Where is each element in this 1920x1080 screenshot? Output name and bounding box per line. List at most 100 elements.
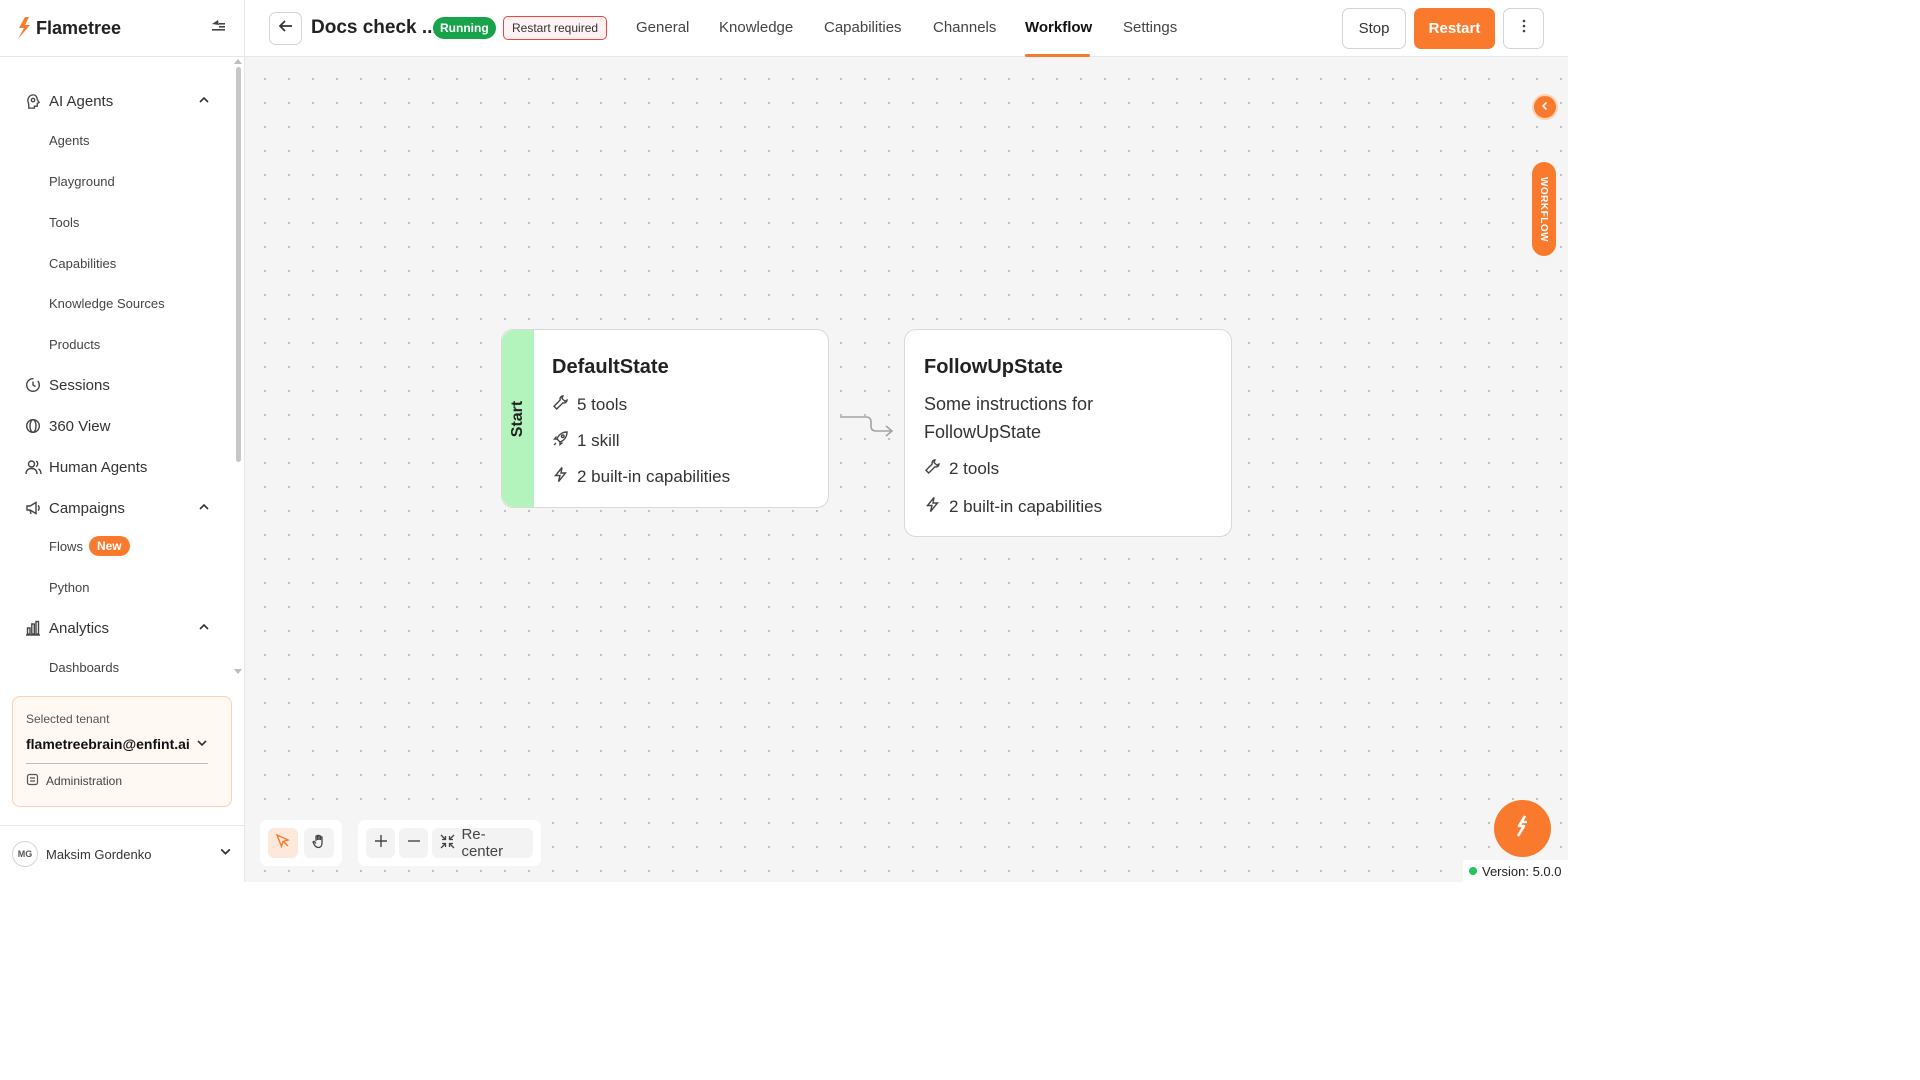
workflow-edge-connector: [840, 416, 894, 437]
node-tools-count: 5 tools: [577, 395, 628, 414]
status-dot-icon: [1469, 867, 1477, 875]
workflow-node-followup-state[interactable]: FollowUpState Some instructions for Foll…: [904, 329, 1232, 537]
start-label: Start: [509, 400, 527, 437]
hand-icon: [311, 833, 327, 854]
minus-icon: [407, 834, 421, 853]
sidebar-item-label: 360 View: [49, 417, 111, 435]
sidebar-item-label: AI Agents: [49, 92, 114, 110]
zoom-in-button[interactable]: [366, 828, 396, 858]
status-badge: Running: [433, 17, 496, 39]
pan-tool-button[interactable]: [304, 828, 334, 858]
tab-workflow[interactable]: Workflow: [1025, 19, 1092, 36]
user-menu[interactable]: MG Maksim Gordenko: [0, 825, 244, 882]
sidebar-nav: AI Agents Agents Playground Tools Capabi…: [0, 57, 244, 680]
brand-name: Flametree: [36, 17, 122, 38]
start-marker: Start: [502, 330, 534, 507]
node-title: FollowUpState: [924, 356, 1063, 378]
version-indicator: Version: 5.0.0: [1463, 860, 1568, 882]
node-tools-count: 2 tools: [949, 459, 1000, 478]
sidebar-item-sessions[interactable]: Sessions: [24, 371, 214, 399]
zoom-out-button[interactable]: [399, 828, 429, 858]
sidebar-item-analytics[interactable]: Analytics: [24, 614, 214, 642]
chevron-down-icon: [196, 736, 208, 752]
sidebar-item-360-view[interactable]: 360 View: [24, 412, 214, 440]
page-title: Docs check ...: [311, 17, 438, 38]
brand-logo[interactable]: Flametree: [16, 16, 121, 40]
view-360-icon: [24, 417, 42, 435]
sidebar-item-products[interactable]: Products: [49, 332, 100, 356]
chevron-down-icon[interactable]: [219, 845, 232, 863]
node-skills-count: 1 skill: [577, 431, 620, 450]
assistant-chat-button[interactable]: [1494, 800, 1551, 857]
collapse-panel-button[interactable]: [1532, 94, 1558, 120]
node-description: Some instructions for FollowUpState: [924, 394, 1094, 442]
workflow-node-default-state[interactable]: Start DefaultState 5 tools 1 skill 2 bui…: [501, 329, 829, 508]
tab-knowledge[interactable]: Knowledge: [719, 19, 793, 36]
workflow-side-tab[interactable]: WORKFLOW: [1532, 162, 1556, 256]
lightning-icon: [552, 466, 569, 488]
wrench-icon: [924, 458, 941, 480]
recenter-label: Re-center: [461, 826, 504, 860]
stop-button[interactable]: Stop: [1342, 8, 1406, 49]
tab-capabilities[interactable]: Capabilities: [824, 19, 902, 36]
sidebar-item-human-agents[interactable]: Human Agents: [24, 453, 214, 481]
user-name: Maksim Gordenko: [46, 846, 152, 862]
history-icon: [24, 376, 42, 394]
sidebar-item-knowledge-sources[interactable]: Knowledge Sources: [49, 291, 165, 315]
node-tools-row: 2 tools: [924, 458, 999, 480]
plus-icon: [374, 834, 388, 853]
chevron-up-icon[interactable]: [198, 620, 210, 637]
tab-settings[interactable]: Settings: [1123, 19, 1177, 36]
chevron-up-icon[interactable]: [198, 93, 210, 110]
more-options-button[interactable]: [1503, 8, 1544, 49]
node-tools-row: 5 tools: [552, 394, 627, 416]
node-capabilities-count: 2 built-in capabilities: [949, 497, 1103, 516]
sidebar-item-flows[interactable]: Flows New: [49, 534, 130, 558]
version-text: Version: 5.0.0: [1482, 863, 1562, 879]
canvas-zoom-toolbar: Re-center: [358, 820, 541, 866]
node-title: DefaultState: [552, 356, 669, 378]
sidebar-item-label: Human Agents: [49, 458, 148, 476]
lightning-icon: [924, 496, 941, 518]
sidebar-item-ai-agents[interactable]: AI Agents: [24, 87, 214, 115]
restart-button[interactable]: Restart: [1414, 8, 1495, 49]
chevron-left-icon: [1540, 98, 1550, 116]
sidebar-item-python[interactable]: Python: [49, 575, 89, 599]
sidebar-item-dashboards[interactable]: Dashboards: [49, 655, 119, 679]
admin-icon: [26, 773, 39, 789]
sidebar-item-campaigns[interactable]: Campaigns: [24, 494, 214, 522]
back-button[interactable]: [269, 12, 302, 45]
tenant-selector[interactable]: flametreebrain@enfint.ai: [26, 736, 219, 752]
minimize-icon: [440, 834, 455, 853]
sidebar-item-tools[interactable]: Tools: [49, 210, 79, 234]
more-vertical-icon: [1522, 19, 1526, 38]
tab-channels[interactable]: Channels: [933, 19, 996, 36]
tenant-label: Selected tenant: [26, 712, 110, 726]
sidebar-item-label: Flows: [49, 538, 83, 554]
flametree-logo-icon: [1514, 814, 1532, 843]
canvas-mode-toolbar: [260, 820, 342, 866]
tenant-panel: Selected tenant flametreebrain@enfint.ai…: [12, 696, 232, 807]
node-capabilities-row: 2 built-in capabilities: [552, 466, 730, 488]
sidebar-item-agents[interactable]: Agents: [49, 128, 89, 152]
flametree-logo-icon: [18, 17, 30, 39]
tenant-value: flametreebrain@enfint.ai: [26, 736, 190, 752]
rocket-icon: [552, 430, 569, 452]
workflow-side-tab-label: WORKFLOW: [1538, 176, 1550, 242]
sidebar-item-label: Campaigns: [49, 499, 125, 517]
administration-link[interactable]: Administration: [26, 773, 219, 789]
scroll-down-arrow[interactable]: [234, 669, 242, 674]
sidebar-item-playground[interactable]: Playground: [49, 169, 115, 193]
sidebar-item-capabilities[interactable]: Capabilities: [49, 251, 116, 275]
chevron-up-icon[interactable]: [198, 500, 210, 517]
recenter-button[interactable]: Re-center: [432, 826, 534, 860]
scroll-up-arrow[interactable]: [234, 59, 242, 64]
new-badge: New: [88, 536, 130, 556]
arrow-left-icon: [278, 18, 294, 39]
workflow-canvas[interactable]: Start DefaultState 5 tools 1 skill 2 bui…: [245, 57, 1568, 882]
sidebar-scrollbar[interactable]: [236, 67, 241, 462]
select-tool-button[interactable]: [268, 828, 298, 858]
collapse-sidebar-icon[interactable]: [210, 18, 226, 39]
tab-general[interactable]: General: [636, 19, 689, 36]
wrench-icon: [552, 394, 569, 416]
